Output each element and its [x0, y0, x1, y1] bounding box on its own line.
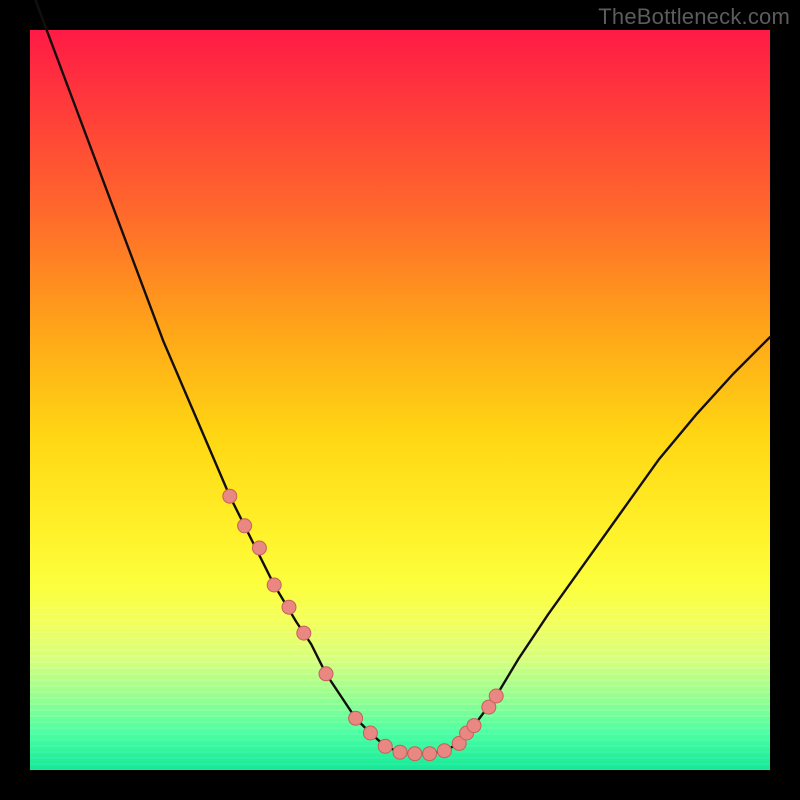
curve-marker — [267, 578, 281, 592]
curve-markers — [223, 489, 503, 761]
curve-marker — [252, 541, 266, 555]
curve-marker — [238, 519, 252, 533]
curve-marker — [393, 745, 407, 759]
curve-svg — [30, 30, 770, 770]
chart-frame: TheBottleneck.com — [0, 0, 800, 800]
curve-marker — [408, 747, 422, 761]
curve-marker — [282, 600, 296, 614]
curve-marker — [319, 667, 333, 681]
curve-marker — [437, 744, 451, 758]
curve-marker — [363, 726, 377, 740]
curve-marker — [423, 747, 437, 761]
curve-marker — [223, 489, 237, 503]
plot-area — [30, 30, 770, 770]
curve-marker — [489, 689, 503, 703]
curve-marker — [378, 739, 392, 753]
bottleneck-curve — [30, 0, 770, 754]
curve-marker — [467, 719, 481, 733]
curve-marker — [349, 711, 363, 725]
watermark-text: TheBottleneck.com — [598, 4, 790, 30]
curve-marker — [297, 626, 311, 640]
